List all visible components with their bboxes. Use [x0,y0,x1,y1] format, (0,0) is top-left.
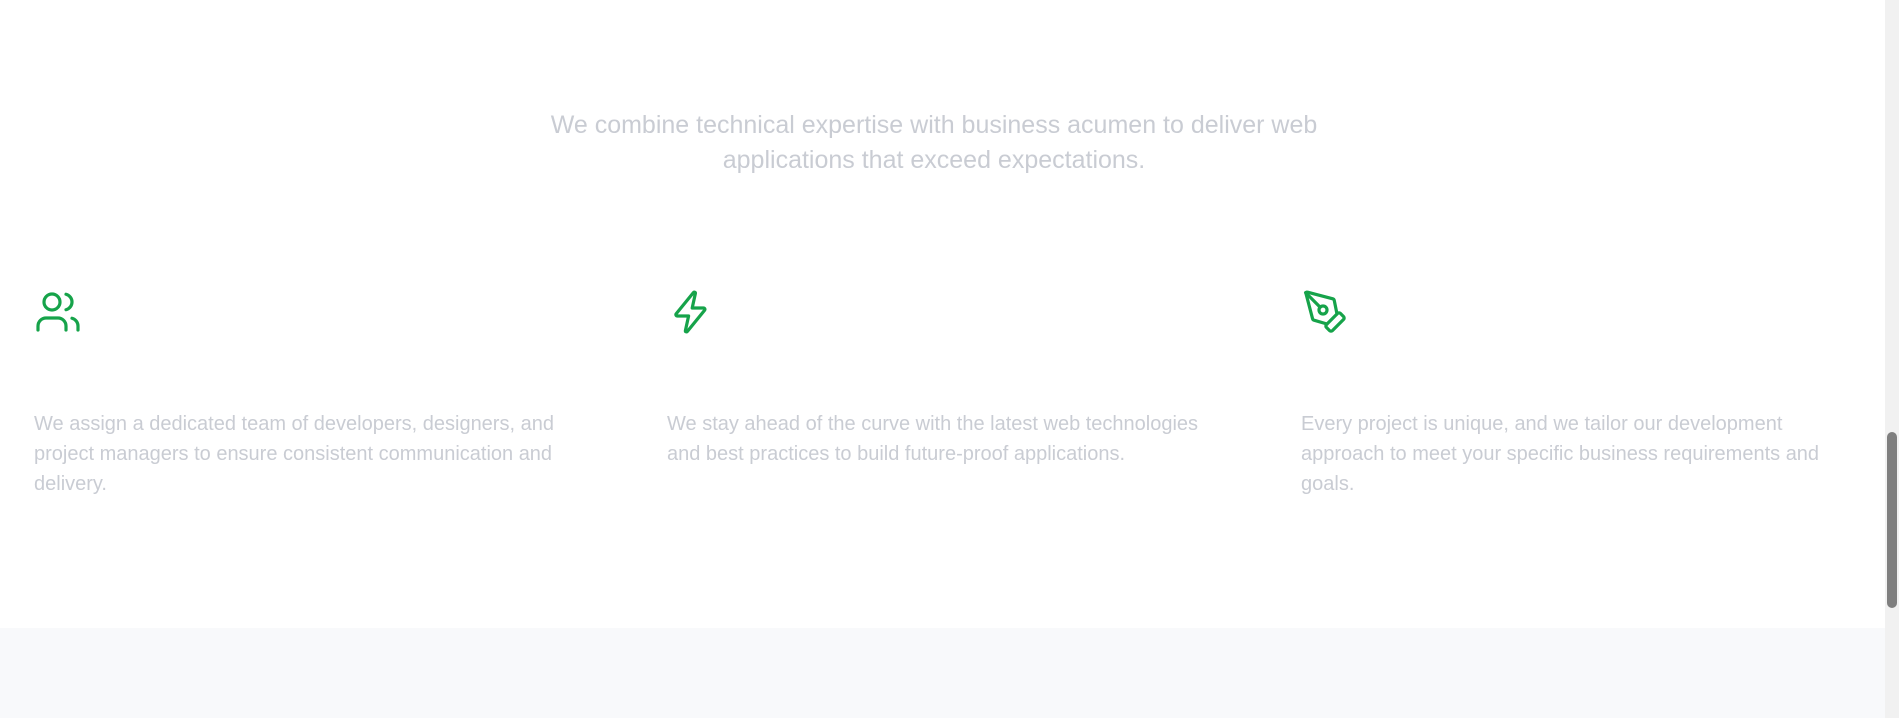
pen-tool-icon [1301,288,1349,336]
feature-description: Every project is unique, and we tailor o… [1301,413,1820,495]
feature-card-tailored-approach: Every project is unique, and we tailor o… [1301,288,1841,495]
lightning-icon [667,288,715,336]
feature-card-latest-technologies: We stay ahead of the curve with the late… [667,288,1207,465]
section-subtitle-line-2: applications that exceed expectations. [722,146,1146,174]
page-scrollbar[interactable] [1885,0,1899,718]
users-icon [34,288,82,336]
next-section [0,628,1885,718]
why-choose-us-section: We combine technical expertise with busi… [0,0,1885,628]
scrollbar-thumb[interactable] [1887,432,1897,608]
section-subtitle: We combine technical expertise with busi… [0,108,1868,178]
feature-description: We assign a dedicated team of developers… [34,413,554,495]
feature-description: We stay ahead of the curve with the late… [667,413,1199,465]
section-subtitle-line-1: We combine technical expertise with busi… [550,111,1318,139]
page: We combine technical expertise with busi… [0,0,1899,718]
feature-card-dedicated-team: We assign a dedicated team of developers… [34,288,574,495]
